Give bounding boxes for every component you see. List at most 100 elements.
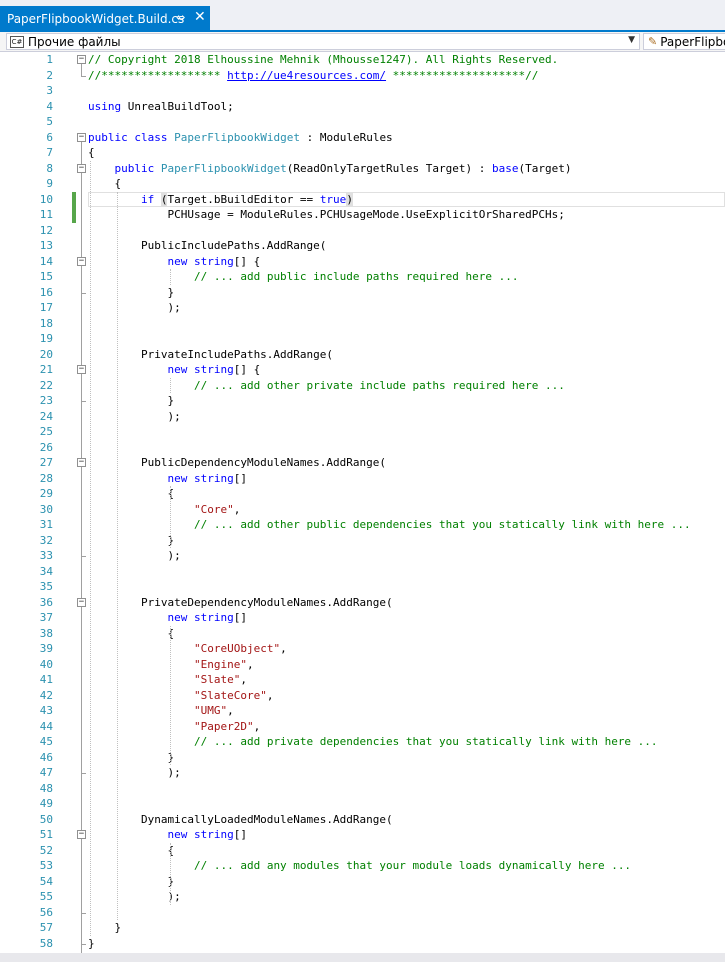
code-line[interactable] (88, 781, 725, 797)
code-line[interactable]: "Core", (88, 502, 725, 518)
code-text: } (88, 285, 175, 299)
collapse-icon[interactable]: − (77, 256, 86, 266)
code-line[interactable]: public PaperFlipbookWidget(ReadOnlyTarge… (88, 161, 725, 177)
code-line[interactable] (88, 331, 725, 347)
code-line[interactable]: "CoreUObject", (88, 641, 725, 657)
code-line[interactable]: new string[] (88, 827, 725, 843)
indent-guide (170, 842, 171, 905)
code-line[interactable]: PublicIncludePaths.AddRange( (88, 238, 725, 254)
code-line[interactable]: } (88, 936, 725, 952)
code-line[interactable]: // ... add other private include paths r… (88, 378, 725, 394)
code-line[interactable]: ); (88, 300, 725, 316)
code-line[interactable]: PCHUsage = ModuleRules.PCHUsageMode.UseE… (88, 207, 725, 223)
code-line[interactable]: } (88, 285, 725, 301)
url-link[interactable]: http://ue4resources.com/ (227, 69, 386, 82)
code-text: , (240, 673, 247, 686)
code-line[interactable] (88, 440, 725, 456)
close-tab-icon[interactable]: ✕ (194, 9, 206, 25)
code-line[interactable]: } (88, 750, 725, 766)
code-line[interactable]: "Engine", (88, 657, 725, 673)
code-text: PublicDependencyModuleNames.AddRange( (88, 456, 387, 469)
code-line[interactable]: // ... add other public dependencies tha… (88, 517, 725, 533)
code-line[interactable]: // ... add private dependencies that you… (88, 734, 725, 750)
code-line[interactable]: } (88, 533, 725, 549)
code-line[interactable]: ); (88, 548, 725, 564)
code-line[interactable]: new string[] (88, 471, 725, 487)
code-line[interactable]: { (88, 176, 725, 192)
collapse-icon[interactable]: − (77, 597, 86, 607)
code-line[interactable]: ); (88, 765, 725, 781)
code-line[interactable] (88, 316, 725, 332)
code-line[interactable]: using UnrealBuildTool; (88, 99, 725, 115)
code-line[interactable]: { (88, 145, 725, 161)
tab-paperflipbookwidget-build-cs[interactable]: PaperFlipbookWidget.Build.cs ⇔ ✕ (0, 6, 210, 32)
code-line[interactable] (88, 905, 725, 921)
code-text: , (246, 657, 254, 671)
outline-line (81, 265, 82, 293)
line-number: 27 (39, 456, 53, 469)
code-line[interactable] (88, 579, 725, 595)
line-number: 31 (39, 518, 53, 531)
code-line[interactable]: ); (88, 409, 725, 425)
collapse-icon[interactable]: − (77, 830, 86, 839)
collapse-icon[interactable]: − (77, 132, 86, 142)
code-line[interactable]: { (88, 486, 725, 502)
code-line[interactable]: } (88, 393, 725, 409)
line-number: 53 (39, 859, 53, 872)
code-text: ); (88, 409, 181, 423)
code-text: } (88, 750, 175, 764)
code-line[interactable]: DynamicallyLoadedModuleNames.AddRange( (88, 812, 725, 828)
code-line[interactable]: { (88, 626, 725, 642)
code-line[interactable]: } (88, 920, 725, 936)
type-dropdown[interactable]: ✎ PaperFlipbo (643, 33, 725, 50)
collapse-icon[interactable]: − (77, 55, 86, 64)
horizontal-scrollbar[interactable] (0, 953, 725, 962)
pin-tab-icon[interactable]: ⇔ (176, 11, 185, 24)
line-number: 52 (39, 843, 53, 857)
code-line[interactable]: ); (88, 889, 725, 905)
code-line[interactable]: PrivateIncludePaths.AddRange( (88, 347, 725, 363)
collapse-icon[interactable]: − (77, 163, 86, 173)
chevron-down-icon[interactable]: ▼ (628, 35, 635, 45)
code-line[interactable]: "Slate", (88, 672, 725, 688)
line-number: 14 (39, 254, 53, 268)
navigation-bar: C# Прочие файлы ▼ ✎ PaperFlipbo (0, 32, 725, 52)
code-line[interactable]: { (88, 843, 725, 859)
code-line[interactable]: "Paper2D", (88, 719, 725, 735)
code-line[interactable]: //****************** http://ue4resources… (88, 68, 725, 84)
code-line[interactable]: new string[] { (88, 254, 725, 270)
collapse-icon[interactable]: − (77, 365, 86, 374)
code-line[interactable]: PublicDependencyModuleNames.AddRange( (88, 455, 725, 471)
code-line[interactable]: if (Target.bBuildEditor == true) (88, 192, 725, 208)
code-line[interactable] (88, 564, 725, 580)
line-number: 37 (39, 611, 53, 624)
code-line[interactable]: // ... add public include paths required… (88, 269, 725, 285)
csharp-file-icon: C# (10, 35, 24, 48)
code-line[interactable]: PrivateDependencyModuleNames.AddRange( (88, 595, 725, 611)
code-text: ); (88, 766, 181, 779)
code-line[interactable]: "UMG", (88, 703, 725, 719)
code-line[interactable] (88, 223, 725, 239)
code-line[interactable]: new string[] (88, 610, 725, 626)
code-line[interactable]: // Copyright 2018 Elhoussine Mehnik (Mho… (88, 52, 725, 68)
string-token: "Core" (193, 502, 234, 516)
code-line[interactable] (88, 424, 725, 440)
code-editor[interactable]: 1 2 3 4 5 6 7 8 9 10 11 12 13 14 15 16 17 18 19 20 21 22 23 24 2… (0, 52, 725, 962)
code-line[interactable] (88, 114, 725, 130)
keyword-token: new (167, 611, 188, 624)
code-line[interactable]: "SlateCore", (88, 688, 725, 704)
line-number: 22 (39, 378, 53, 392)
code-line[interactable] (88, 83, 725, 99)
code-line[interactable] (88, 796, 725, 812)
code-line[interactable]: // ... add any modules that your module … (88, 858, 725, 874)
indent-guide (117, 191, 118, 920)
code-line[interactable]: public class PaperFlipbookWidget : Modul… (88, 130, 725, 146)
code-text: } (88, 394, 175, 407)
code-line[interactable]: new string[] { (88, 362, 725, 378)
project-dropdown[interactable]: C# Прочие файлы ▼ (6, 33, 640, 50)
code-line[interactable]: } (88, 874, 725, 890)
collapse-icon[interactable]: − (77, 458, 86, 467)
